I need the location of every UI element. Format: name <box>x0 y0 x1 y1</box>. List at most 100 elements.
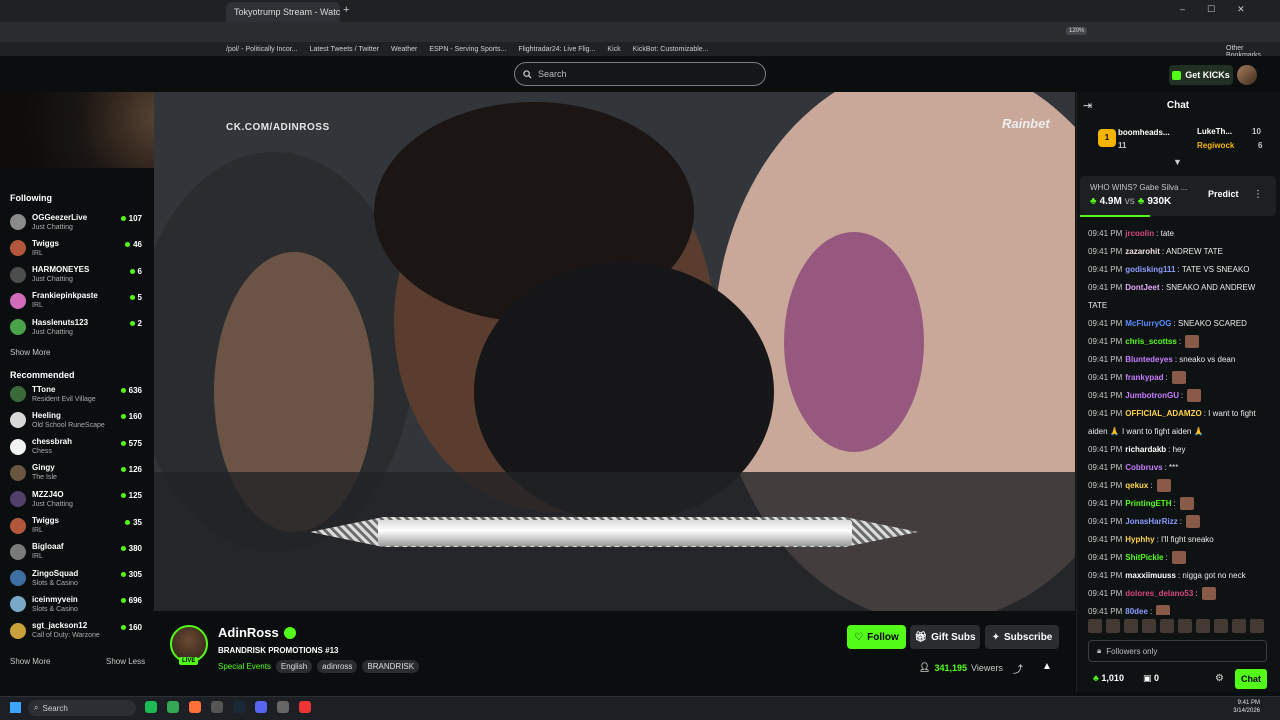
message-username[interactable]: 80dee <box>1125 607 1148 615</box>
sidebar-channel[interactable]: Frankiepinkpaste IRL 5 <box>10 288 146 314</box>
firefox-icon[interactable] <box>189 701 201 713</box>
bookmark-item[interactable]: Latest Tweets / Twitter <box>310 46 379 53</box>
chat-input[interactable]: 🔒︎ Followers only <box>1088 640 1267 662</box>
send-chat-button[interactable]: Chat <box>1235 669 1267 689</box>
follow-button[interactable]: ♡ Follow <box>847 625 906 649</box>
sidebar-channel[interactable]: MZZJ4O Just Chatting 125 <box>10 486 146 512</box>
viewer-count: 5 <box>129 293 142 302</box>
bookmark-item[interactable]: /pol/ - Politically Incor... <box>226 46 298 53</box>
report-icon[interactable]: ▲ <box>1042 661 1052 672</box>
bookmark-item[interactable]: Weather <box>391 46 417 53</box>
category-link[interactable]: Special Events <box>218 662 271 671</box>
message-username[interactable]: PrintingETH <box>1125 499 1171 508</box>
user-avatar[interactable] <box>1237 65 1257 85</box>
search-input[interactable]: Search <box>514 62 766 86</box>
subscribe-button[interactable]: ✦ Subscribe <box>985 625 1059 649</box>
app-icon[interactable] <box>299 701 311 713</box>
show-less-recommended[interactable]: Show Less <box>106 657 145 666</box>
viewer-count: 160 <box>120 412 142 421</box>
sidebar-channel[interactable]: ZingoSquad Slots & Casino 305 <box>10 565 146 591</box>
bookmark-item[interactable]: ESPN - Serving Sports... <box>429 46 506 53</box>
browser-tab[interactable]: Tokyotrump Stream - Watc ✕ <box>226 2 340 22</box>
message-username[interactable]: dolores_delano53 <box>1125 589 1193 598</box>
message-username[interactable]: ShitPickle <box>1125 553 1163 562</box>
message-username[interactable]: chris_scottss <box>1125 337 1177 346</box>
message-username[interactable]: McFlurryOG <box>1125 319 1171 328</box>
steam-icon[interactable] <box>233 701 245 713</box>
sidebar-channel[interactable]: HARMONEYES Just Chatting 6 <box>10 262 146 288</box>
tag[interactable]: English <box>275 660 313 673</box>
message-username[interactable]: Cobbruvs <box>1125 463 1162 472</box>
chrome-icon[interactable] <box>167 701 179 713</box>
sidebar-channel[interactable]: chessbrah Chess 575 <box>10 434 146 460</box>
bookmark-item[interactable]: KickBot: Customizable... <box>633 46 709 53</box>
emote-icon <box>1106 619 1120 633</box>
message-username[interactable]: frankypad <box>1125 373 1163 382</box>
message-username[interactable]: richardakb <box>1125 445 1166 454</box>
message-username[interactable]: maxxiimuuss <box>1125 571 1176 580</box>
viewer-count: 160 <box>120 623 142 632</box>
tag[interactable]: BRANDRISK <box>362 660 420 673</box>
sidebar-channel[interactable]: iceinmyvein Slots & Casino 696 <box>10 591 146 617</box>
message-time: 09:41 PM <box>1088 229 1123 238</box>
app-icon[interactable] <box>211 701 223 713</box>
sidebar-channel[interactable]: Twiggs IRL 35 <box>10 513 146 539</box>
message-text: *** <box>1169 463 1179 472</box>
channel-avatar <box>10 240 26 257</box>
get-kicks-button[interactable]: Get KICKs <box>1169 65 1233 85</box>
message-username[interactable]: Bluntedeyes <box>1125 355 1173 364</box>
message-username[interactable]: DontJeet <box>1125 283 1159 292</box>
windows-start-icon[interactable] <box>10 702 21 713</box>
channel-name[interactable]: AdinRoss <box>218 625 296 640</box>
gift-subs-button[interactable]: 🎁︎ Gift Subs <box>910 625 980 649</box>
viewer-number: 696 <box>128 596 142 606</box>
show-more-following[interactable]: Show More <box>10 348 50 357</box>
message-username[interactable]: jrcoolin <box>1125 229 1154 238</box>
new-tab-button[interactable]: + <box>343 4 349 16</box>
sidebar-channel[interactable]: TTone Resident Evil Village 636 <box>10 381 146 407</box>
more-options-icon[interactable]: ⋮ <box>1253 189 1263 200</box>
message-username[interactable]: OFFICIAL_ADAMZO <box>1125 409 1201 418</box>
emote-bar[interactable] <box>1088 619 1268 635</box>
emote-icon <box>1156 479 1171 493</box>
tag[interactable]: adinross <box>317 660 358 673</box>
emote-icon <box>1156 605 1171 615</box>
sidebar-channel[interactable]: Bigloaaf IRL 380 <box>10 539 146 565</box>
live-dot-icon <box>129 268 135 274</box>
message-username[interactable]: qekux <box>1125 481 1148 490</box>
sidebar-channel[interactable]: Hasslenuts123 Just Chatting 2 <box>10 314 146 340</box>
window-controls[interactable]: – ☐ ✕ <box>1180 4 1245 15</box>
viewer-count: 👤︎ 341,195 Viewers <box>919 662 1003 673</box>
show-more-recommended[interactable]: Show More <box>10 657 50 666</box>
sidebar-channel[interactable]: Heeling Old School RuneScape 160 <box>10 407 146 433</box>
expand-icon[interactable]: ▼ <box>1173 157 1182 167</box>
sidebar-channel[interactable]: sgt_jackson12 Call of Duty: Warzone 160 <box>10 618 146 644</box>
gear-icon[interactable]: ⚙ <box>1215 673 1224 684</box>
sidebar-channel[interactable]: Gingy The Isle 126 <box>10 460 146 486</box>
sidebar-channel[interactable]: OGGeezerLive Just Chatting 107 <box>10 209 146 235</box>
gifter-name[interactable]: LukeTh... <box>1197 127 1232 136</box>
sidebar-channel[interactable]: Twiggs IRL 46 <box>10 235 146 261</box>
app-icon[interactable] <box>277 701 289 713</box>
taskbar-search[interactable]: ⌕ Search <box>28 700 136 716</box>
zoom-badge[interactable]: 120% <box>1066 27 1088 35</box>
message-username[interactable]: zazarohit <box>1125 247 1160 256</box>
channel-category: Just Chatting <box>32 223 73 231</box>
discord-icon[interactable] <box>255 701 267 713</box>
system-clock[interactable]: 9:41 PM 3/14/2026 <box>1228 699 1260 715</box>
message-username[interactable]: Hyphhy <box>1125 535 1154 544</box>
channel-points[interactable]: ♣ 1,010 <box>1093 673 1124 683</box>
message-username[interactable]: JumbotronGU <box>1125 391 1179 400</box>
message-username[interactable]: godisking111 <box>1125 265 1175 274</box>
spotify-icon[interactable] <box>145 701 157 713</box>
share-icon[interactable]: ⤴ <box>1013 661 1023 676</box>
address-bar[interactable] <box>0 22 1280 42</box>
gifter-name[interactable]: Regiwock <box>1197 141 1234 150</box>
viewer-count: 107 <box>120 214 142 223</box>
bookmark-item[interactable]: Kick <box>607 46 620 53</box>
gifter-name[interactable]: boomheads... <box>1118 128 1170 137</box>
predict-button[interactable]: Predict <box>1208 189 1239 199</box>
bookmark-item[interactable]: Flightradar24: Live Flig... <box>518 46 595 53</box>
message-username[interactable]: JonasHarRizz <box>1125 517 1177 526</box>
gift-counter[interactable]: ▣ 0 <box>1143 673 1159 684</box>
